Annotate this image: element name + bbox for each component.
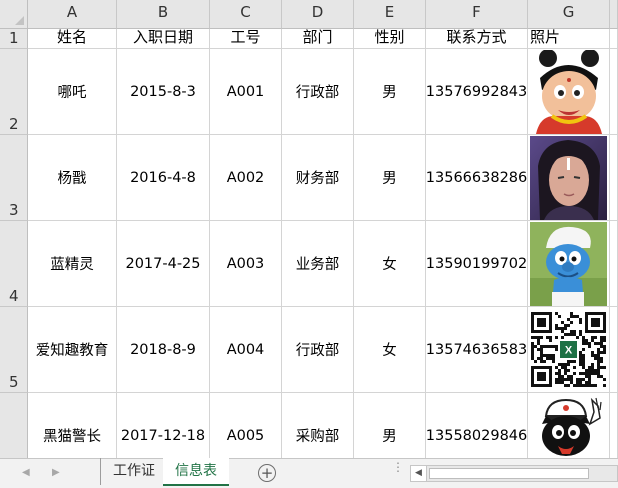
svg-text:X: X [565,345,573,357]
spreadsheet-grid: A B C D E F G 1 2 3 4 5 姓名 入职日期 工号 部门 性别… [0,0,618,458]
horizontal-scrollbar[interactable]: ◀ [410,465,618,482]
column-header-c[interactable]: C [210,0,282,29]
yang-jian-actor-portrait[interactable] [530,136,607,220]
cell-hire-date[interactable]: 2017-12-18 [117,393,210,458]
cell-name[interactable]: 黑猫警长 [28,393,117,458]
cell-b1[interactable]: 入职日期 [117,28,210,49]
sheet-tab-work-card[interactable]: 工作证 [100,458,167,485]
triangle-left-icon[interactable]: ◀ [22,467,30,478]
cell-a1[interactable]: 姓名 [28,28,117,49]
cell-phone[interactable]: 13590199702 [426,221,528,307]
nezha-cartoon-portrait[interactable] [530,50,607,134]
cell-name[interactable]: 蓝精灵 [28,221,117,307]
cell-employee-id[interactable]: A001 [210,49,282,135]
cell-department[interactable]: 行政部 [282,49,354,135]
scrollbar-thumb[interactable] [429,468,589,479]
black-cat-detective-cartoon[interactable] [530,394,607,458]
cell-h[interactable] [610,49,618,135]
vertical-dots-icon[interactable]: ⋮ [392,461,404,473]
row-header-5[interactable]: 5 [0,307,28,393]
column-header-e[interactable]: E [354,0,426,29]
cell-phone[interactable]: 13576992843 [426,49,528,135]
cell-gender[interactable]: 女 [354,221,426,307]
column-header-f[interactable]: F [426,0,528,29]
cell-hire-date[interactable]: 2018-8-9 [117,307,210,393]
cell-gender[interactable]: 男 [354,393,426,458]
cell-phone[interactable]: 13574636583 [426,307,528,393]
cell-h1[interactable] [610,29,618,49]
row-number: 1 [9,29,19,47]
column-header-b[interactable]: B [117,0,210,29]
cell-department[interactable]: 采购部 [282,393,354,458]
scroll-left-arrow-icon[interactable]: ◀ [411,466,427,481]
cell-h[interactable] [610,135,618,221]
row-number: 2 [9,115,19,133]
cell-h[interactable] [610,221,618,307]
cell-gender[interactable]: 男 [354,135,426,221]
sheet-tab-bar: ◀ ▶ 工作证 信息表 + ⋮ ◀ [0,458,618,488]
column-header-g[interactable]: G [528,0,610,29]
row-header-1[interactable]: 1 [0,29,28,49]
row-header-3[interactable]: 3 [0,135,28,221]
cell-f1[interactable]: 联系方式 [426,28,528,49]
cell-name[interactable]: 哪吒 [28,49,117,135]
cell-gender[interactable]: 女 [354,307,426,393]
cell-phone[interactable]: 13566638286 [426,135,528,221]
sheet-tab-info[interactable]: 信息表 [163,458,229,486]
cell-gender[interactable]: 男 [354,49,426,135]
cell-employee-id[interactable]: A002 [210,135,282,221]
cell-name[interactable]: 杨戬 [28,135,117,221]
column-header-d[interactable]: D [282,0,354,29]
row-number: 3 [9,201,19,219]
select-all-corner[interactable] [0,0,28,29]
cell-department[interactable]: 行政部 [282,307,354,393]
cell-employee-id[interactable]: A004 [210,307,282,393]
row-header-2[interactable]: 2 [0,49,28,135]
cell-c1[interactable]: 工号 [210,28,282,49]
column-header-h-partial[interactable] [610,0,618,29]
row-header-4[interactable]: 4 [0,221,28,307]
triangle-right-icon[interactable]: ▶ [52,467,60,478]
select-all-triangle-icon [15,16,24,25]
cell-hire-date[interactable]: 2016-4-8 [117,135,210,221]
cell-phone[interactable]: 13558029846 [426,393,528,458]
row-number: 5 [9,373,19,391]
plus-circle-icon[interactable]: + [258,464,276,482]
qr-code-with-excel-logo[interactable]: X [530,308,607,392]
cell-d1[interactable]: 部门 [282,28,354,49]
cell-employee-id[interactable]: A005 [210,393,282,458]
cell-department[interactable]: 财务部 [282,135,354,221]
cell-e1[interactable]: 性别 [354,28,426,49]
cell-department[interactable]: 业务部 [282,221,354,307]
cell-hire-date[interactable]: 2015-8-3 [117,49,210,135]
column-header-a[interactable]: A [28,0,117,29]
cell-employee-id[interactable]: A003 [210,221,282,307]
row-number: 4 [9,287,19,305]
cell-hire-date[interactable]: 2017-4-25 [117,221,210,307]
row-header-6[interactable] [0,393,28,458]
cell-name[interactable]: 爱知趣教育 [28,307,117,393]
cell-h[interactable] [610,393,618,458]
cell-g1[interactable]: 照片 [528,28,610,49]
smurf-cartoon-image[interactable] [530,222,607,306]
cell-h[interactable] [610,307,618,393]
